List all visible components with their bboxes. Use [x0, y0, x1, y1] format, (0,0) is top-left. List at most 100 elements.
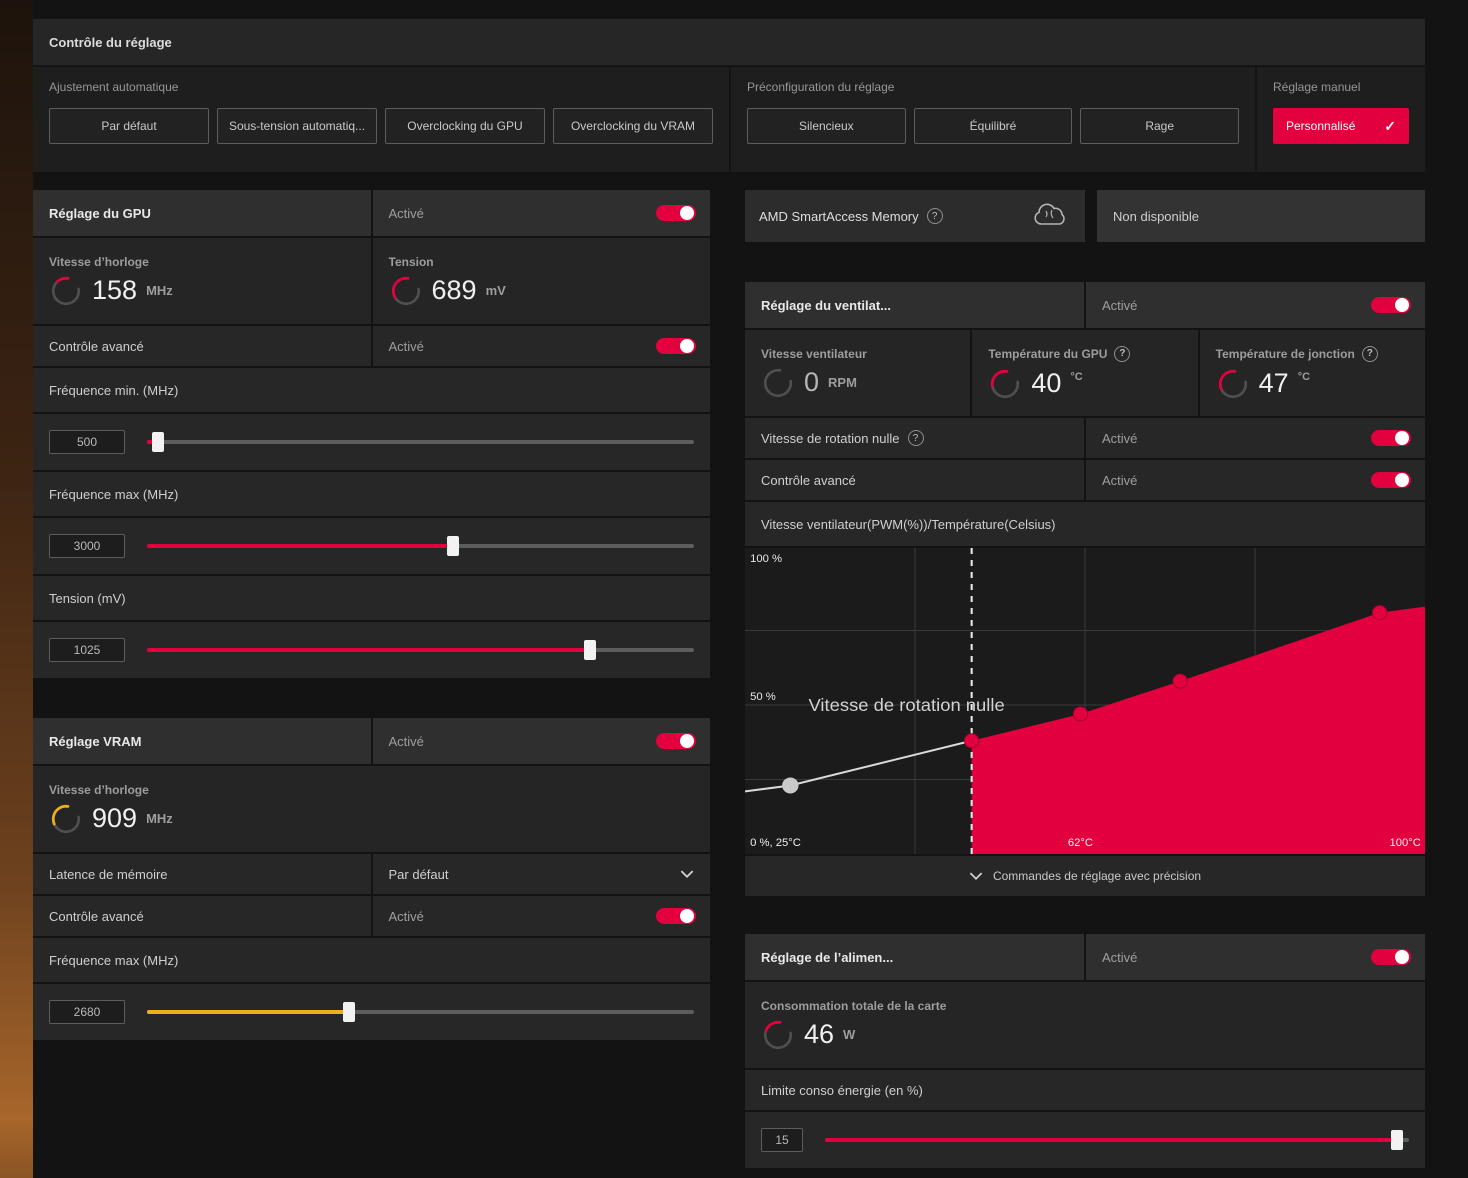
fine-tuning-expander[interactable]: Commandes de réglage avec précision — [745, 856, 1425, 896]
zero-rpm-toggle[interactable] — [1371, 430, 1411, 446]
power-limit-slider-fill — [825, 1138, 1398, 1142]
gpu-enabled-label: Activé — [388, 205, 424, 221]
gpu-voltage-unit: mV — [485, 283, 506, 298]
fan-advanced-label: Contrôle avancé — [761, 472, 856, 488]
power-limit-slider[interactable] — [825, 1130, 1409, 1150]
preset-rage-button[interactable]: Rage — [1080, 108, 1240, 144]
gpu-advanced-label-cell: Contrôle avancé — [33, 326, 371, 366]
fan-curve-editor[interactable]: Vitesse de rotation nulle 100 % 50 % 0 %, 2… — [745, 548, 1425, 854]
gpu-voltage-slider-label-cell: Tension (mV) — [33, 576, 710, 620]
power-limit-label: Limite conso énergie (en %) — [761, 1082, 923, 1098]
junction-temp-value: 47 — [1258, 368, 1289, 398]
vram-freq-max-slider-fill — [147, 1010, 350, 1014]
power-limit-slider-handle[interactable] — [1391, 1130, 1404, 1150]
vram-advanced-toggle[interactable] — [656, 908, 696, 924]
gpu-panel-header: Réglage du GPU — [33, 190, 371, 236]
vram-latency-label: Latence de mémoire — [49, 866, 168, 882]
power-enabled-cell: Activé — [1086, 934, 1425, 980]
gpu-freq-max-slider-handle[interactable] — [447, 536, 460, 556]
help-icon[interactable]: ? — [1361, 345, 1378, 362]
gpu-freq-max-slider-fill — [147, 544, 454, 548]
gpu-advanced-state-cell: Activé — [372, 326, 710, 366]
gpu-advanced-toggle[interactable] — [656, 338, 696, 354]
fan-tuning-panel: Réglage du ventilat... Activé Vitesse ve… — [745, 282, 1425, 896]
gpu-voltage-gauge-icon — [391, 276, 420, 305]
gpu-voltage-slider-row — [33, 622, 710, 678]
board-power-label: Consommation totale de la carte — [761, 998, 947, 1013]
vram-freq-max-label: Fréquence max (MHz) — [49, 952, 179, 968]
fan-panel-header: Réglage du ventilat... — [745, 282, 1084, 328]
fan-speed-stat: Vitesse ventilateur 0 RPM — [745, 330, 971, 416]
smart-access-memory-row: AMD SmartAccess Memory ? Non disponible — [745, 190, 1425, 242]
vram-latency-dropdown[interactable]: Par défaut — [372, 854, 710, 894]
gpu-voltage-slider-handle[interactable] — [584, 640, 597, 660]
gpu-temp-gauge-icon — [991, 369, 1020, 398]
gpu-freq-min-slider-row — [33, 414, 710, 470]
help-icon[interactable]: ? — [926, 208, 943, 224]
auto-overclock-gpu-button[interactable]: Overclocking du GPU — [385, 108, 545, 144]
manual-tuning-label: Réglage manuel — [1273, 80, 1361, 94]
gpu-voltage-input[interactable] — [49, 638, 125, 662]
vram-freq-max-slider-handle[interactable] — [343, 1002, 356, 1022]
fan-advanced-state: Activé — [1102, 472, 1138, 488]
gpu-freq-min-slider-handle[interactable] — [151, 432, 164, 452]
power-limit-input[interactable] — [761, 1128, 803, 1152]
gpu-voltage-slider-fill — [147, 648, 591, 652]
help-icon[interactable]: ? — [907, 430, 924, 446]
gpu-temp-stat: Température du GPU ? 40 °C — [972, 330, 1198, 416]
vram-enabled-label: Activé — [388, 733, 424, 749]
gpu-enabled-toggle[interactable] — [656, 205, 696, 221]
chevron-down-icon — [680, 869, 694, 878]
gpu-freq-min-label: Fréquence min. (MHz) — [49, 382, 179, 398]
gpu-voltage-value: 689 — [431, 275, 477, 305]
gpu-freq-max-slider[interactable] — [147, 536, 694, 556]
radeon-tuning-page: Contrôle du réglage Ajustement automatiq… — [33, 19, 1425, 1170]
gpu-freq-max-label-cell: Fréquence max (MHz) — [33, 472, 710, 516]
power-panel-header: Réglage de l’alimen... — [745, 934, 1084, 980]
gpu-freq-max-input[interactable] — [49, 534, 125, 558]
smart-access-memory-label: AMD SmartAccess Memory — [759, 208, 919, 224]
zero-rpm-label: Vitesse de rotation nulle ? — [745, 430, 924, 446]
vram-enabled-toggle[interactable] — [656, 733, 696, 749]
svg-text:62°C: 62°C — [1068, 837, 1093, 849]
vram-panel-title: Réglage VRAM — [49, 733, 142, 749]
vram-clock-value: 909 — [92, 803, 138, 833]
fan-speed-value: 0 — [804, 367, 820, 397]
fan-advanced-toggle[interactable] — [1371, 472, 1411, 488]
gpu-temp-unit: °C — [1070, 370, 1083, 383]
preset-group: Préconfiguration du réglage Silencieux É… — [729, 67, 1255, 172]
auto-tune-default-button[interactable]: Par défaut — [49, 108, 209, 144]
smart-access-memory-brain-icon — [1034, 203, 1065, 225]
gpu-freq-min-slider[interactable] — [147, 432, 694, 452]
manual-custom-button[interactable]: Personnalisé ✓ — [1273, 108, 1409, 144]
auto-overclock-vram-button[interactable]: Overclocking du VRAM — [553, 108, 713, 144]
junction-temp-gauge-icon — [1218, 369, 1247, 398]
fan-enabled-toggle[interactable] — [1371, 297, 1411, 313]
vram-freq-max-slider[interactable] — [147, 1002, 694, 1022]
vram-panel-header: Réglage VRAM — [33, 718, 371, 764]
tuning-control-title: Contrôle du réglage — [33, 19, 1425, 67]
junction-temp-label: Température de jonction ? — [1216, 345, 1409, 362]
help-icon[interactable]: ? — [1114, 345, 1131, 362]
preset-label: Préconfiguration du réglage — [747, 80, 895, 94]
power-tuning-panel: Réglage de l’alimen... Activé Consommati… — [745, 934, 1425, 1168]
junction-temp-unit: °C — [1297, 370, 1311, 383]
gpu-voltage-slider-label: Tension (mV) — [49, 590, 126, 606]
smart-access-memory-status: Non disponible — [1097, 190, 1425, 242]
board-power-unit: W — [843, 1027, 856, 1042]
gpu-panel-title: Réglage du GPU — [49, 205, 151, 221]
preset-quiet-button[interactable]: Silencieux — [747, 108, 906, 144]
gpu-clock-gauge-icon — [51, 276, 81, 305]
check-icon: ✓ — [1384, 117, 1396, 134]
power-limit-label-cell: Limite conso énergie (en %) — [745, 1070, 1425, 1110]
preset-balanced-button[interactable]: Équilibré — [913, 108, 1073, 144]
gpu-voltage-slider[interactable] — [147, 640, 694, 660]
gpu-freq-min-input[interactable] — [49, 430, 125, 454]
gpu-voltage-stat: Tension 689 mV — [372, 238, 710, 324]
manual-custom-button-label: Personnalisé — [1286, 119, 1356, 133]
vram-advanced-label-cell: Contrôle avancé — [33, 896, 371, 936]
fan-speed-unit: RPM — [828, 375, 857, 390]
auto-undervolt-gpu-button[interactable]: Sous-tension automatiq... — [217, 108, 377, 144]
power-enabled-toggle[interactable] — [1371, 949, 1411, 965]
vram-freq-max-input[interactable] — [49, 1000, 125, 1024]
